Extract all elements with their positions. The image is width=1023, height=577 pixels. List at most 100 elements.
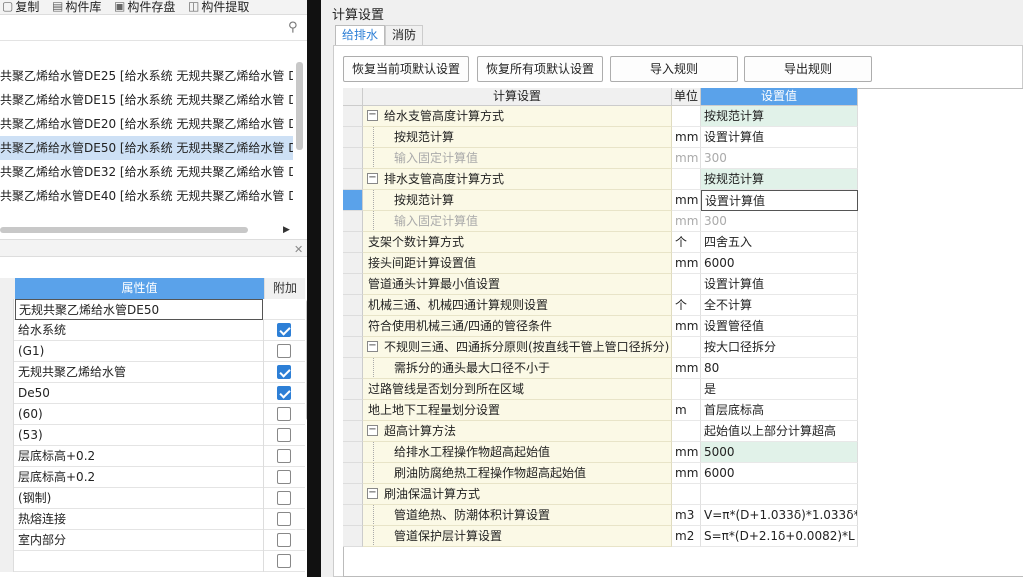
collapse-icon[interactable]: −: [367, 341, 378, 352]
row-selector[interactable]: [343, 358, 363, 379]
setting-value-cell[interactable]: 设置计算值: [701, 190, 858, 211]
property-value-cell[interactable]: 层底标高+0.2: [15, 467, 264, 488]
row-selector[interactable]: [343, 253, 363, 274]
property-value-cell[interactable]: 无规共聚乙烯给水管: [15, 362, 264, 383]
property-value-cell[interactable]: (G1): [15, 341, 264, 362]
row-header-cell[interactable]: [0, 383, 14, 404]
row-selector[interactable]: [343, 190, 363, 211]
setting-value-cell[interactable]: S=π*(D+2.1δ+0.0082)*L: [701, 526, 858, 547]
property-value-cell[interactable]: (53): [15, 425, 264, 446]
property-value-cell[interactable]: 无规共聚乙烯给水管DE50: [15, 299, 263, 320]
row-selector[interactable]: [343, 169, 363, 190]
copy-button[interactable]: ▢ 复制: [2, 0, 39, 14]
component-extract-button[interactable]: ◫ 构件提取: [188, 0, 249, 14]
row-header-cell[interactable]: [0, 299, 14, 320]
row-header-cell[interactable]: [0, 467, 14, 488]
setting-value-cell[interactable]: 起始值以上部分计算超高: [701, 421, 858, 442]
row-selector[interactable]: [343, 526, 363, 547]
setting-value-cell[interactable]: 6000: [701, 463, 858, 484]
collapse-icon[interactable]: −: [367, 110, 378, 121]
import-rules-button[interactable]: 导入规则: [610, 56, 738, 82]
component-list-item[interactable]: 共聚乙烯给水管DE25 [给水系统 无规共聚乙烯给水管 De: [0, 64, 293, 88]
row-header-cell[interactable]: [0, 530, 14, 551]
setting-value-cell[interactable]: 按规范计算: [701, 169, 858, 190]
extra-checkbox[interactable]: [277, 407, 291, 421]
extra-checkbox[interactable]: [277, 344, 291, 358]
extra-checkbox[interactable]: [277, 470, 291, 484]
collapse-icon[interactable]: −: [367, 425, 378, 436]
row-header-cell[interactable]: [0, 446, 14, 467]
list-horizontal-scrollbar[interactable]: [0, 227, 248, 233]
property-value-cell[interactable]: 层底标高+0.2: [15, 446, 264, 467]
property-value-cell[interactable]: 室内部分: [15, 530, 264, 551]
row-selector[interactable]: [343, 421, 363, 442]
row-header-cell[interactable]: [0, 404, 14, 425]
export-rules-button[interactable]: 导出规则: [744, 56, 872, 82]
setting-value-cell[interactable]: [701, 484, 858, 505]
row-selector[interactable]: [343, 316, 363, 337]
list-scrollbar[interactable]: [296, 62, 303, 150]
extra-checkbox[interactable]: [277, 554, 291, 568]
setting-value-cell[interactable]: 按规范计算: [701, 106, 858, 127]
setting-value-cell[interactable]: 是: [701, 379, 858, 400]
row-selector[interactable]: [343, 463, 363, 484]
scroll-right-icon[interactable]: ▶: [283, 225, 290, 235]
row-header-cell[interactable]: [0, 362, 14, 383]
component-search-input[interactable]: [0, 17, 307, 41]
extra-checkbox[interactable]: [277, 386, 291, 400]
setting-value-cell[interactable]: 设置计算值: [701, 127, 858, 148]
setting-value-cell[interactable]: 300: [701, 148, 858, 169]
extra-checkbox[interactable]: [277, 533, 291, 547]
search-icon[interactable]: ⚲: [288, 20, 298, 35]
restore-current-default-button[interactable]: 恢复当前项默认设置: [343, 56, 469, 82]
extra-checkbox[interactable]: [277, 323, 291, 337]
component-library-button[interactable]: ▤ 构件库: [52, 0, 101, 14]
extra-checkbox[interactable]: [277, 449, 291, 463]
property-value-cell[interactable]: (钢制): [15, 488, 264, 509]
row-selector[interactable]: [343, 484, 363, 505]
setting-value-cell[interactable]: 300: [701, 211, 858, 232]
row-selector[interactable]: [343, 148, 363, 169]
component-list-item[interactable]: 共聚乙烯给水管DE32 [给水系统 无规共聚乙烯给水管 De: [0, 160, 293, 184]
setting-value-cell[interactable]: 5000: [701, 442, 858, 463]
row-header-cell[interactable]: [0, 320, 14, 341]
property-value-cell[interactable]: 给水系统: [15, 320, 264, 341]
setting-value-cell[interactable]: 首层底标高: [701, 400, 858, 421]
row-selector[interactable]: [343, 379, 363, 400]
property-value-cell[interactable]: De50: [15, 383, 264, 404]
setting-value-cell[interactable]: 设置管径值: [701, 316, 858, 337]
close-icon[interactable]: ✕: [294, 243, 303, 256]
property-value-cell[interactable]: (60): [15, 404, 264, 425]
collapse-icon[interactable]: −: [367, 488, 378, 499]
row-selector[interactable]: [343, 295, 363, 316]
canvas-area[interactable]: [307, 0, 321, 577]
setting-value-cell[interactable]: 80: [701, 358, 858, 379]
row-selector[interactable]: [343, 106, 363, 127]
row-header-cell[interactable]: [0, 509, 14, 530]
setting-value-cell[interactable]: 按大口径拆分: [701, 337, 858, 358]
row-header-cell[interactable]: [0, 425, 14, 446]
setting-value-cell[interactable]: 全不计算: [701, 295, 858, 316]
property-value-cell[interactable]: 热熔连接: [15, 509, 264, 530]
row-selector[interactable]: [343, 211, 363, 232]
extra-checkbox[interactable]: [277, 491, 291, 505]
extra-checkbox[interactable]: [277, 428, 291, 442]
component-list-item[interactable]: 共聚乙烯给水管DE50 [给水系统 无规共聚乙烯给水管 De: [0, 136, 293, 160]
setting-value-cell[interactable]: 设置计算值: [701, 274, 858, 295]
row-selector[interactable]: [343, 442, 363, 463]
collapse-icon[interactable]: −: [367, 173, 378, 184]
setting-value-cell[interactable]: V=π*(D+1.033δ)*1.033δ*L: [701, 505, 858, 526]
component-list-item[interactable]: 共聚乙烯给水管DE40 [给水系统 无规共聚乙烯给水管 De: [0, 184, 293, 208]
row-header-cell[interactable]: [0, 488, 14, 509]
restore-all-default-button[interactable]: 恢复所有项默认设置: [477, 56, 603, 82]
component-save-button[interactable]: ▣ 构件存盘: [114, 0, 175, 14]
setting-value-cell[interactable]: 6000: [701, 253, 858, 274]
row-header-cell[interactable]: [0, 551, 14, 572]
component-list-item[interactable]: 共聚乙烯给水管DE20 [给水系统 无规共聚乙烯给水管 De: [0, 112, 293, 136]
row-selector[interactable]: [343, 127, 363, 148]
setting-value-cell[interactable]: 四舍五入: [701, 232, 858, 253]
extra-checkbox[interactable]: [277, 365, 291, 379]
row-header-cell[interactable]: [0, 341, 14, 362]
extra-checkbox[interactable]: [277, 512, 291, 526]
row-selector[interactable]: [343, 337, 363, 358]
